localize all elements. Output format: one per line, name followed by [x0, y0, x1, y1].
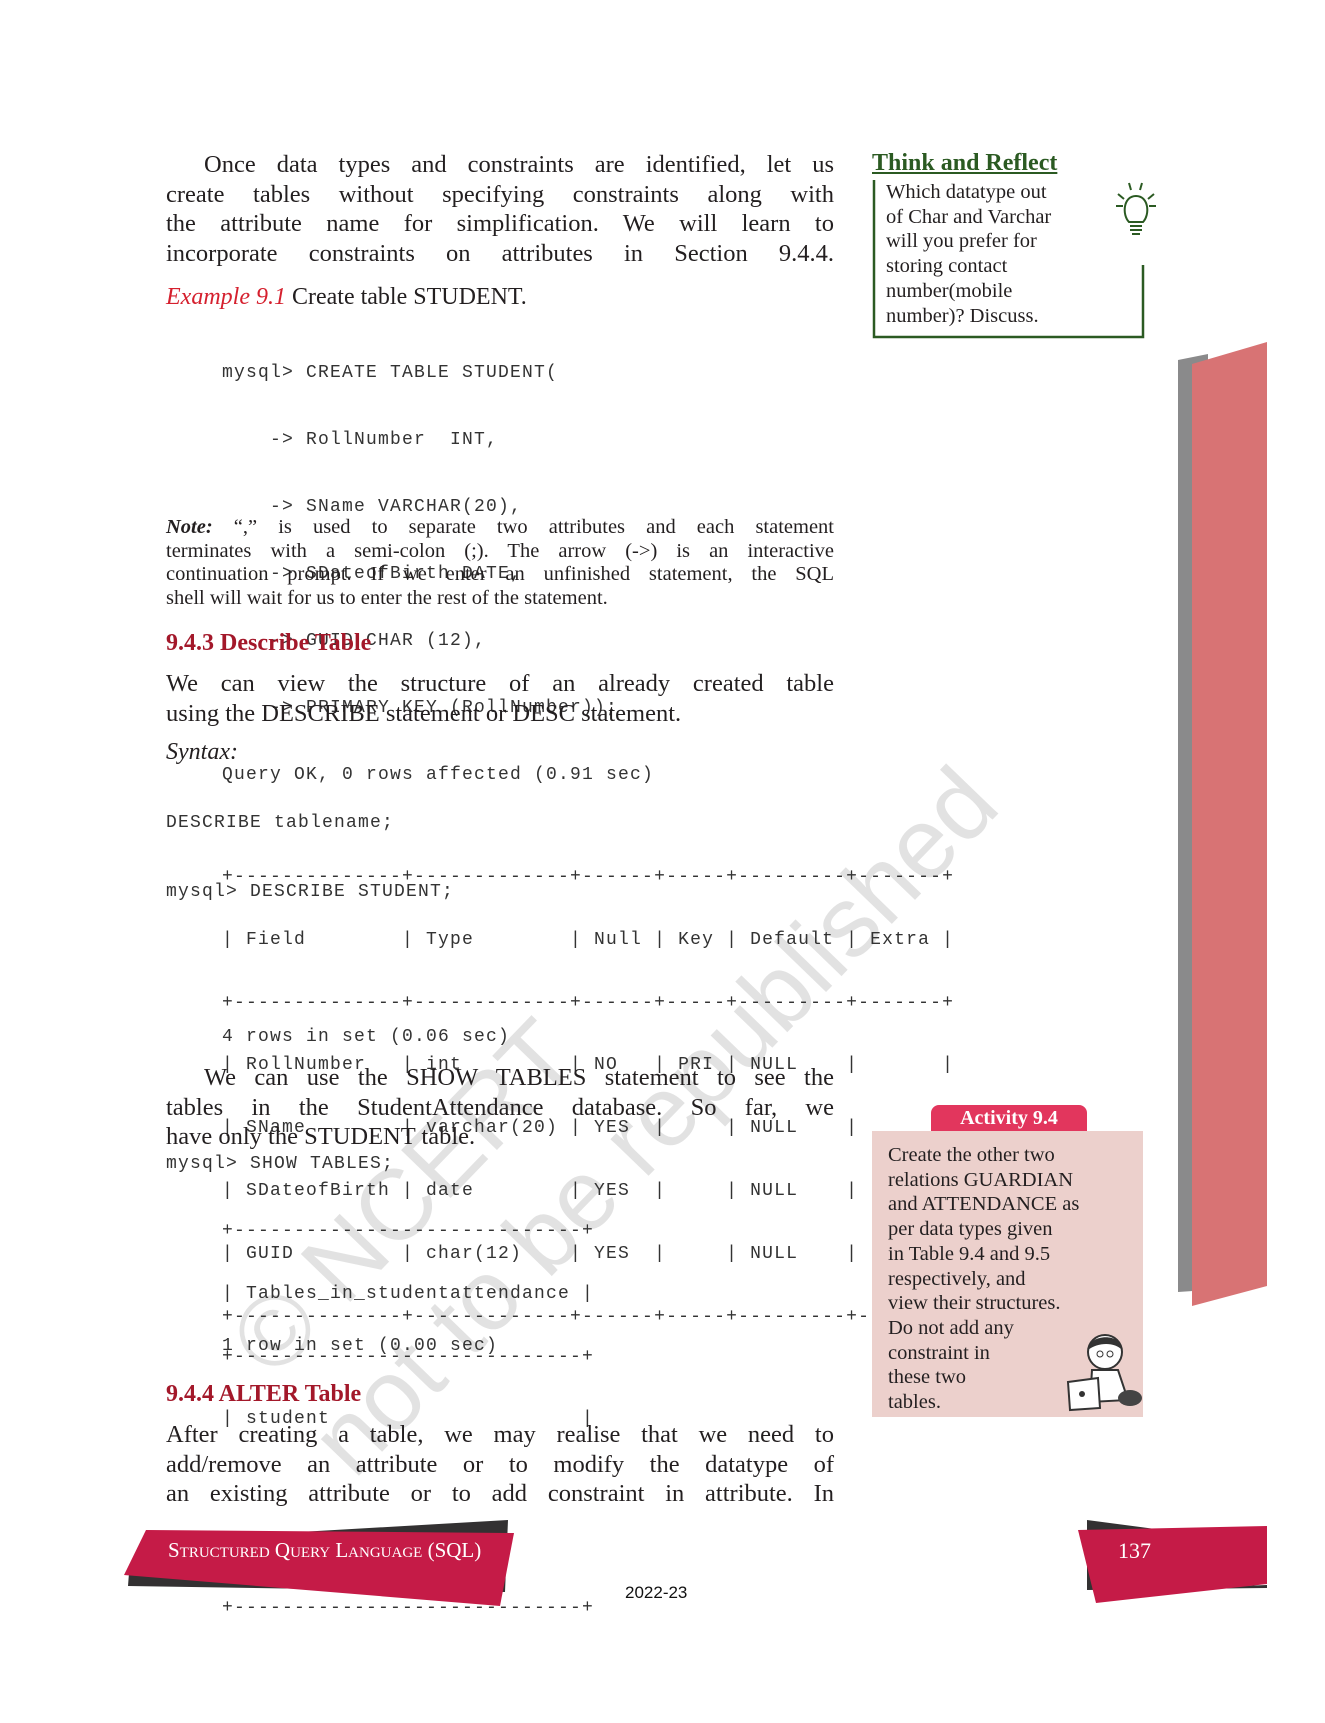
think-reflect-text: Which datatype out of Char and Varchar w… — [886, 180, 1116, 328]
describe-result-count: 4 rows in set (0.06 sec) — [222, 1027, 511, 1047]
child-with-laptop-illustration — [1066, 1334, 1142, 1412]
text-line: shell will wait for us to enter the rest… — [166, 586, 608, 609]
text-line: We can use the SHOW TABLES statement to … — [204, 1064, 834, 1091]
code-line: -> RollNumber INT, — [222, 430, 499, 450]
text-line: in Table 9.4 and 9.5 — [888, 1242, 1051, 1265]
note-label: Note: — [166, 516, 213, 538]
show-tables-command: mysql> SHOW TABLES; — [166, 1154, 395, 1174]
section-heading-943: 9.4.3 Describe Table — [166, 630, 372, 656]
describe-paragraph: We can view the structure of an already … — [166, 669, 834, 728]
text-line: number)? Discuss. — [886, 304, 1039, 327]
text-line: the attribute name for simplification. W… — [166, 210, 834, 238]
table-line: +--------------+-------------+------+---… — [222, 867, 955, 887]
text-line: respectively, and — [888, 1267, 1026, 1290]
example-caption: Example 9.1 Create table STUDENT. — [166, 284, 527, 311]
table-line: | Field | Type | Null | Key | Default | … — [222, 929, 955, 950]
text-line: and ATTENDANCE as — [888, 1193, 1080, 1216]
page-number: 137 — [1118, 1538, 1151, 1563]
text-line: an existing attribute or to add constrai… — [166, 1480, 834, 1508]
alter-paragraph: After creating a table, we may realise t… — [166, 1420, 834, 1509]
footer-chapter-title: Structured Query Language (SQL) — [168, 1538, 482, 1562]
syntax-label: Syntax: — [166, 739, 238, 765]
text-line: incorporate constraints on attributes in… — [166, 239, 834, 267]
example-label: Example 9.1 — [166, 284, 286, 310]
text-line: storing contact — [886, 255, 1008, 278]
text-line: We can view the structure of an already … — [166, 670, 834, 697]
example-text: Create table STUDENT. — [291, 284, 527, 310]
text-line: tables in the StudentAttendance database… — [166, 1093, 834, 1121]
section-heading-944: 9.4.4 ALTER Table — [166, 1381, 362, 1407]
year-label: 2022-23 — [625, 1583, 688, 1602]
text-line: have only the STUDENT table. — [166, 1123, 476, 1151]
table-line: +--------------+-------------+------+---… — [222, 992, 955, 1013]
lightbulb-icon — [1116, 182, 1156, 235]
text-line: number(mobile — [886, 279, 1013, 302]
note-paragraph: Note: “,” is used to separate two attrib… — [166, 516, 834, 610]
think-reflect-title: Think and Reflect — [872, 150, 1057, 177]
text-line: After creating a table, we may realise t… — [166, 1421, 834, 1448]
table-line: +-----------------------------+ — [222, 1221, 595, 1241]
text-line: terminates with a semi-colon (;). The ar… — [166, 539, 834, 562]
text-line: create tables without specifying constra… — [166, 180, 834, 208]
footer-page-banner — [1078, 1520, 1267, 1603]
text-line: add/remove an attribute or to modify the… — [166, 1450, 834, 1478]
text-line: view their structures. — [888, 1292, 1061, 1315]
side-decoration — [1178, 342, 1267, 1306]
text-line: Once data types and constraints are iden… — [204, 151, 834, 178]
text-line: Create the other two — [888, 1144, 1055, 1166]
table-line: | Tables_in_studentattendance | — [222, 1283, 595, 1304]
show-tables-count: 1 row in set (0.00 sec) — [222, 1336, 499, 1356]
text-line: of Char and Varchar — [886, 205, 1052, 228]
code-line: mysql> CREATE TABLE STUDENT( — [222, 363, 559, 383]
text-line: relations GUARDIAN — [888, 1168, 1074, 1191]
text-line: using the DESCRIBE statement or DESC sta… — [166, 699, 682, 727]
text-line: “,” is used to separate two attributes a… — [233, 516, 834, 538]
footer-chapter-banner — [124, 1520, 514, 1606]
text-line: continuation prompt. If we enter an unfi… — [166, 563, 834, 585]
think-reflect-title-text: Think and Reflect — [872, 150, 1058, 176]
show-tables-paragraph: We can use the SHOW TABLES statement to … — [166, 1063, 834, 1152]
text-line: Which datatype out — [886, 181, 1047, 203]
text-line: will you prefer for — [886, 230, 1037, 253]
intro-paragraph: Once data types and constraints are iden… — [166, 150, 834, 268]
text-line: per data types given — [888, 1218, 1053, 1241]
activity-badge: Activity 9.4 — [931, 1105, 1087, 1131]
